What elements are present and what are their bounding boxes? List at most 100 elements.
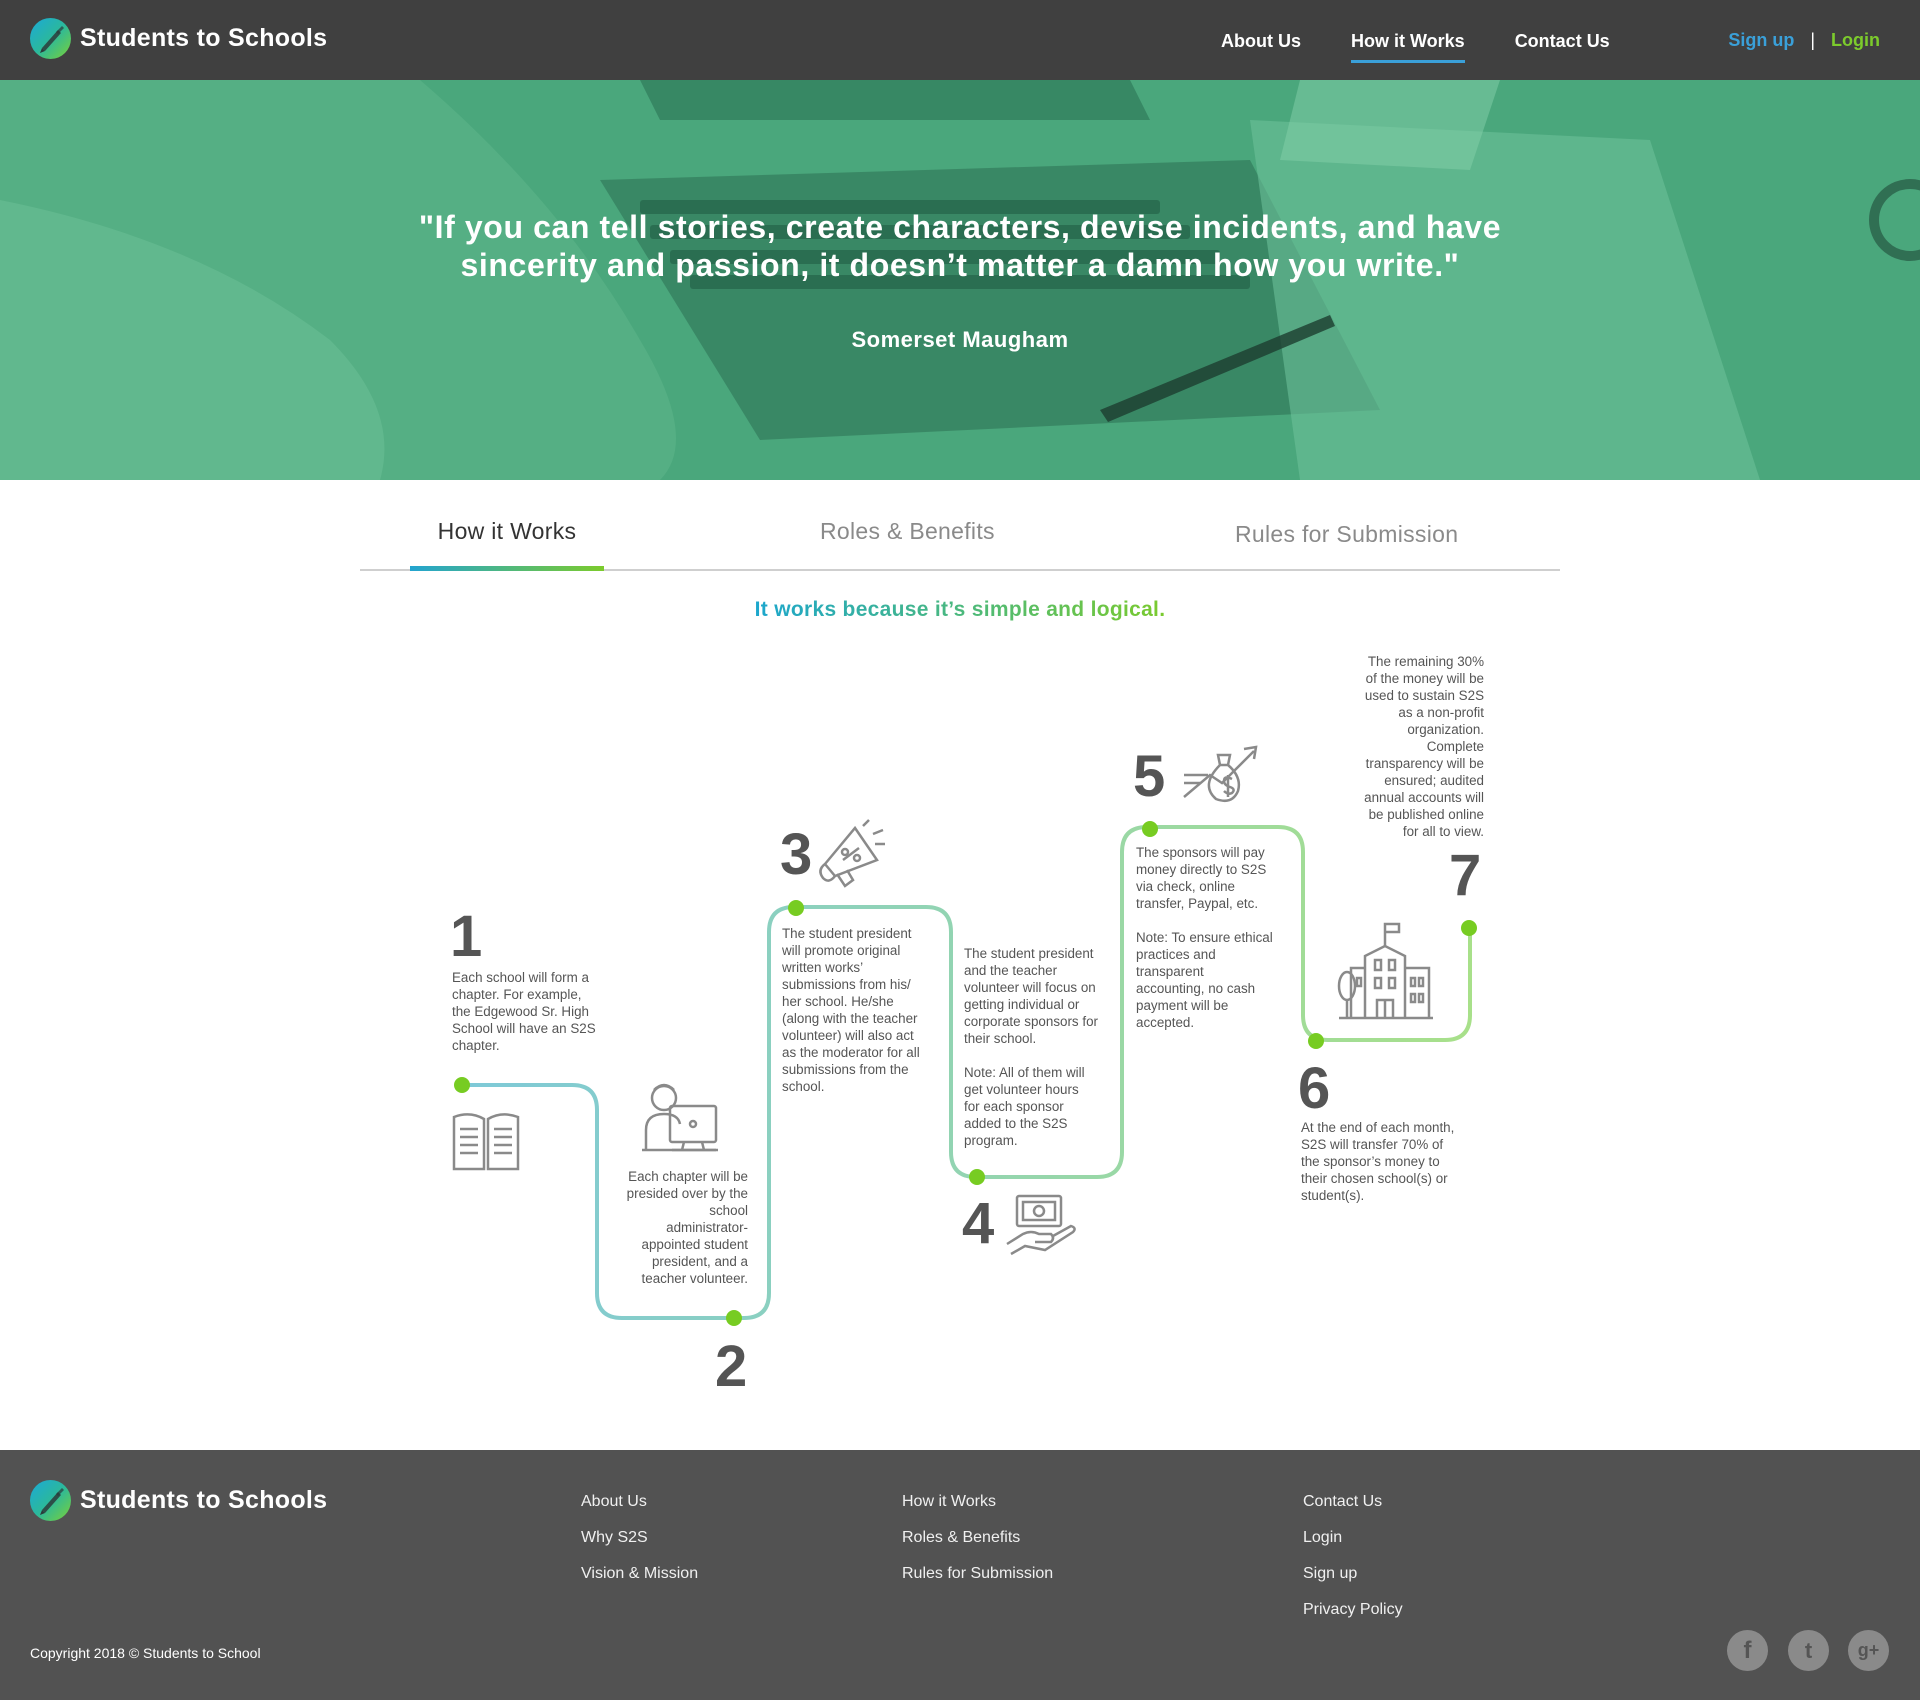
step-2-line: president, and a (651, 1254, 748, 1269)
step-7-line: annual accounts will (1364, 790, 1484, 805)
step-2-line: teacher volunteer. (641, 1271, 748, 1286)
step-2-line: appointed student (641, 1237, 748, 1252)
login-link[interactable]: Login (1831, 30, 1880, 51)
footer-link-sign-up[interactable]: Sign up (1303, 1565, 1403, 1584)
step-5-line (1136, 912, 1306, 929)
footer-column-3: Contact Us Login Sign up Privacy Policy (1303, 1493, 1403, 1637)
step-5-line: transfer, Paypal, etc. (1136, 896, 1259, 911)
footer-link-rules-submission[interactable]: Rules for Submission (902, 1565, 1053, 1584)
step-6-number: 6 (1298, 1056, 1331, 1121)
footer-link-privacy-policy[interactable]: Privacy Policy (1303, 1601, 1403, 1620)
brand[interactable]: Students to Schools (30, 18, 327, 59)
step-4-line: added to the S2S (964, 1116, 1068, 1131)
main-nav: About Us How it Works Contact Us (1221, 0, 1610, 80)
step-3-dot (788, 900, 804, 916)
content-tabs: How it Works Roles & Benefits Rules for … (360, 480, 1560, 571)
nav-about-us[interactable]: About Us (1221, 0, 1301, 80)
step-3-line: will promote original (782, 943, 901, 958)
step-3-line: (along with the teacher (782, 1011, 918, 1026)
footer: Students to Schools About Us Why S2S Vis… (0, 1450, 1920, 1700)
tab-rules-submission[interactable]: Rules for Submission (1235, 521, 1458, 548)
top-navbar: Students to Schools About Us How it Work… (0, 0, 1920, 80)
step-5-line: payment will be (1136, 998, 1229, 1013)
step-1-line: School will have an S2S (452, 1021, 596, 1036)
pen-nib-icon (30, 18, 71, 59)
facebook-icon[interactable]: f (1727, 1630, 1768, 1671)
nav-contact-us[interactable]: Contact Us (1515, 0, 1610, 80)
step-4-line: The student president (964, 946, 1094, 961)
step-7-number: 7 (1449, 843, 1482, 908)
step-3-line: submissions from the (782, 1062, 909, 1077)
step-1-line: the Edgewood Sr. High (452, 1004, 589, 1019)
step-5-line: practices and (1136, 947, 1216, 962)
nav-how-it-works[interactable]: How it Works (1351, 0, 1465, 80)
step-5-line: Note: To ensure ethical (1136, 930, 1273, 945)
step-6-line: S2S will transfer 70% of (1301, 1137, 1444, 1152)
step-3-number: 3 (780, 822, 813, 887)
step-4-line: get volunteer hours (964, 1082, 1079, 1097)
step-7-line: as a non-profit (1398, 705, 1484, 720)
footer-brand[interactable]: Students to Schools (30, 1480, 327, 1521)
step-6-line: student(s). (1301, 1188, 1365, 1203)
step-6-line: their chosen school(s) or (1301, 1171, 1448, 1186)
hero-quote: "If you can tell stories, create charact… (0, 208, 1920, 284)
step-3-line: as the moderator for all (782, 1045, 920, 1060)
step-5-line: transparent (1136, 964, 1204, 979)
step-4-line: Note: All of them will (964, 1065, 1085, 1080)
google-plus-icon[interactable]: g+ (1848, 1630, 1889, 1671)
footer-link-roles-benefits[interactable]: Roles & Benefits (902, 1529, 1053, 1548)
footer-link-why-s2s[interactable]: Why S2S (581, 1529, 698, 1548)
footer-link-login[interactable]: Login (1303, 1529, 1403, 1548)
step-7-line: The remaining 30% (1367, 654, 1484, 669)
brand-name: Students to Schools (80, 24, 328, 52)
step-7-line: organization. (1407, 722, 1484, 737)
step-6-line: the sponsor’s money to (1301, 1154, 1440, 1169)
footer-link-contact-us[interactable]: Contact Us (1303, 1493, 1403, 1512)
pen-nib-icon (30, 1480, 71, 1521)
book-icon (452, 1113, 520, 1171)
step-7-line: be published online (1368, 807, 1484, 822)
hero-quote-line-2: sincerity and passion, it doesn’t matter… (460, 247, 1460, 283)
auth-separator: | (1810, 29, 1816, 50)
step-2-number: 2 (715, 1334, 748, 1399)
signup-link[interactable]: Sign up (1728, 30, 1794, 51)
step-7-line: transparency will be (1365, 756, 1484, 771)
step-5-line: money directly to S2S (1136, 862, 1267, 877)
step-5-number: 5 (1133, 744, 1166, 809)
step-7-line: Complete (1426, 739, 1484, 754)
hero-banner: "If you can tell stories, create charact… (0, 80, 1920, 480)
step-7-line: of the money will be (1365, 671, 1484, 686)
tab-roles-benefits[interactable]: Roles & Benefits (820, 518, 995, 545)
step-6-line: At the end of each month, (1301, 1120, 1455, 1135)
footer-link-vision-mission[interactable]: Vision & Mission (581, 1565, 698, 1584)
step-1-number: 1 (450, 904, 483, 969)
tab-how-it-works[interactable]: How it Works (410, 518, 604, 545)
step-6-dot (1308, 1033, 1324, 1049)
copyright-text: Copyright 2018 © Students to School (30, 1645, 261, 1661)
twitter-icon[interactable]: t (1788, 1630, 1829, 1671)
step-7-description: The remaining 30% of the money will be use… (1334, 653, 1484, 840)
step-4-line: corporate sponsors for (964, 1014, 1098, 1029)
step-4-line: program. (964, 1133, 1018, 1148)
footer-column-1: About Us Why S2S Vision & Mission (581, 1493, 698, 1601)
footer-column-2: How it Works Roles & Benefits Rules for … (902, 1493, 1053, 1601)
footer-link-how-it-works[interactable]: How it Works (902, 1493, 1053, 1512)
step-3-line: her school. He/she (782, 994, 894, 1009)
step-7-line: for all to view. (1402, 824, 1484, 839)
step-5-description: The sponsors will pay money directly to S… (1136, 844, 1306, 1031)
step-2-dot (726, 1310, 742, 1326)
auth-links: Sign up | Login (1728, 0, 1880, 80)
step-2-description: Each chapter will be presided over by the… (598, 1168, 748, 1287)
step-2-line: administrator- (666, 1220, 748, 1235)
step-3-line: submissions from his/ (782, 977, 911, 992)
step-3-description: The student president will promote origin… (782, 925, 942, 1095)
hand-money-icon (1006, 1194, 1076, 1256)
step-4-line: volunteer will focus on (964, 980, 1096, 995)
step-2-line: school (709, 1203, 748, 1218)
student-computer-icon (642, 1083, 718, 1152)
step-5-line: via check, online (1136, 879, 1235, 894)
step-5-line: accounting, no cash (1136, 981, 1256, 996)
step-4-line: and the teacher (964, 963, 1058, 978)
hero-quote-line-1: "If you can tell stories, create charact… (418, 209, 1502, 245)
footer-link-about-us[interactable]: About Us (581, 1493, 698, 1512)
